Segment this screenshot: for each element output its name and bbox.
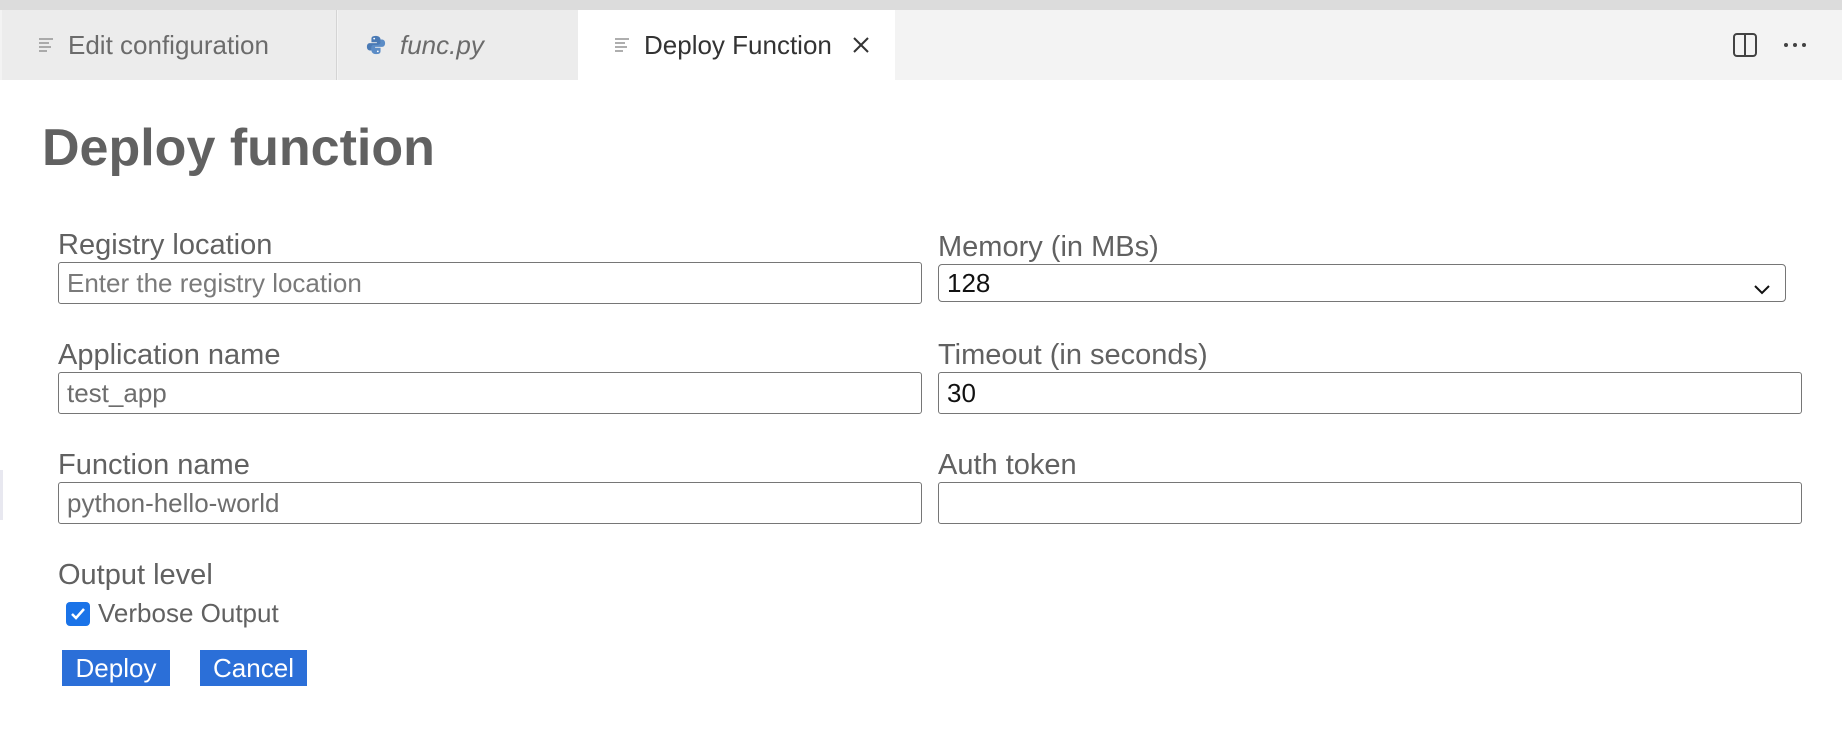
verbose-output-row[interactable]: Verbose Output xyxy=(66,598,279,629)
timeout-label: Timeout (in seconds) xyxy=(938,339,1208,371)
page-title: Deploy function xyxy=(42,119,435,177)
registry-location-input[interactable] xyxy=(58,262,922,304)
function-name-input[interactable] xyxy=(58,482,922,524)
auth-token-label: Auth token xyxy=(938,449,1077,481)
tab-func-py[interactable]: func.py xyxy=(338,10,578,80)
tab-edit-configuration[interactable]: Edit configuration xyxy=(2,10,337,80)
tab-label: func.py xyxy=(400,29,484,60)
tab-label: Deploy Function xyxy=(644,29,832,60)
function-name-label: Function name xyxy=(58,449,250,481)
close-icon[interactable] xyxy=(850,34,872,56)
tab-label: Edit configuration xyxy=(68,29,269,60)
verbose-output-label: Verbose Output xyxy=(98,598,279,628)
more-actions-icon[interactable] xyxy=(1780,30,1810,60)
memory-label: Memory (in MBs) xyxy=(938,231,1159,263)
registry-location-label: Registry location xyxy=(58,229,273,261)
auth-token-input[interactable] xyxy=(938,482,1802,524)
lines-icon xyxy=(36,35,56,55)
tab-deploy-function[interactable]: Deploy Function xyxy=(578,10,895,80)
cancel-button[interactable]: Cancel xyxy=(200,650,307,686)
python-icon xyxy=(366,35,386,55)
lines-icon xyxy=(612,35,632,55)
application-name-label: Application name xyxy=(58,339,281,371)
memory-selected-value: 128 xyxy=(947,267,991,298)
window-top-strip xyxy=(0,0,1842,10)
scroll-marker xyxy=(0,470,3,520)
split-editor-button[interactable] xyxy=(1730,10,1760,80)
output-level-label: Output level xyxy=(58,559,213,591)
chevron-down-icon xyxy=(1753,274,1771,295)
split-editor-icon[interactable] xyxy=(1730,30,1760,60)
memory-select[interactable]: 128 xyxy=(938,264,1786,302)
more-actions-button[interactable] xyxy=(1780,10,1810,80)
deploy-button[interactable]: Deploy xyxy=(62,650,170,686)
timeout-input[interactable] xyxy=(938,372,1802,414)
application-name-input[interactable] xyxy=(58,372,922,414)
verbose-output-checkbox[interactable] xyxy=(66,601,90,626)
